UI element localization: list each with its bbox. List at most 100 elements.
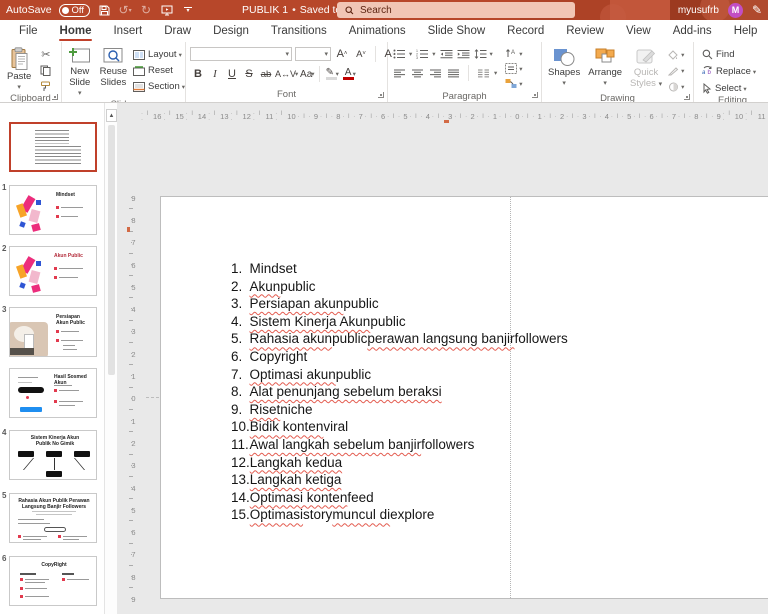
scroll-up-icon[interactable]: ▲	[106, 109, 117, 122]
new-slide-icon	[69, 47, 91, 66]
decrease-indent-icon[interactable]	[440, 47, 453, 60]
thumbnail-slide-2[interactable]: Akun Public	[9, 246, 97, 296]
reuse-slides-label2: Slides	[100, 78, 126, 88]
font-color-button[interactable]: A▾	[341, 67, 357, 82]
layout-button[interactable]: Layout▾	[133, 48, 185, 61]
text-direction-button[interactable]: A▾	[505, 47, 522, 60]
new-slide-button[interactable]: New Slide ▾	[64, 45, 96, 99]
justify-icon[interactable]	[447, 67, 460, 80]
scrollbar-thumb[interactable]	[108, 125, 115, 375]
bold-button[interactable]: B	[190, 67, 206, 82]
list-item: 8.Alat penunjang sebelum beraksi	[231, 383, 711, 401]
group-slides: New Slide ▾ Reuse Slides Layout▾ Reset	[62, 42, 186, 102]
section-button[interactable]: Section▾	[133, 80, 185, 93]
thumbnail-scrollbar[interactable]: ▲	[104, 103, 117, 614]
thumbnail-slide-5[interactable]: Rahasia Akun Publik Perawan Langsung Ban…	[9, 493, 97, 543]
thumbnail-slide-4[interactable]: Sistem Kinerja Akun Publik No Gimik	[9, 430, 97, 480]
highlight-color-button[interactable]: ✎▾	[324, 67, 340, 82]
drawing-dialog-launcher[interactable]	[684, 94, 690, 100]
increase-indent-icon[interactable]	[457, 47, 470, 60]
tab-record[interactable]: Record	[496, 20, 555, 42]
clipboard-dialog-launcher[interactable]	[52, 94, 58, 100]
italic-button[interactable]: I	[207, 67, 223, 82]
replace-icon: ab	[702, 66, 713, 77]
thumbnail-slide-6[interactable]: CopyRight	[9, 556, 97, 606]
vertical-ruler[interactable]: 9876543210123456789	[127, 187, 140, 611]
replace-label: Replace	[716, 66, 751, 77]
arrange-button[interactable]: Arrange ▾	[584, 45, 626, 89]
replace-button[interactable]: ab Replace▾	[702, 65, 756, 78]
group-drawing: Shapes ▾ Arrange ▾ Quick Styles ▾ ▾ ▾ ▾	[542, 42, 694, 102]
user-name[interactable]: myusufrb	[678, 5, 719, 16]
align-left-icon[interactable]	[393, 67, 406, 80]
tab-add-ins[interactable]: Add-ins	[662, 20, 723, 42]
font-dialog-launcher[interactable]	[378, 92, 384, 98]
shape-effects-button[interactable]: ▾	[668, 80, 684, 93]
dot-separator: •	[292, 4, 296, 16]
group-paragraph: ▾ 123▾ ▾ ▾ A	[388, 42, 542, 102]
copy-icon[interactable]	[39, 64, 52, 77]
align-right-icon[interactable]	[429, 67, 442, 80]
quick-styles-button[interactable]: Quick Styles ▾	[626, 45, 666, 90]
paste-button[interactable]: Paste ▾	[3, 45, 35, 93]
list-item: 3.Persiapan akun public	[231, 295, 711, 313]
decrease-font-size-button[interactable]: A˅	[353, 47, 369, 62]
align-text-button[interactable]: ▾	[505, 62, 522, 75]
section-label: Section	[148, 81, 180, 92]
horizontal-ruler[interactable]: · ǀ ·16· ǀ ·15· ǀ ·14· ǀ ·13· ǀ ·12· ǀ ·…	[141, 110, 768, 123]
tab-view[interactable]: View	[615, 20, 662, 42]
thumbnail-slide-1[interactable]: Mindset	[9, 185, 97, 235]
paragraph-group-label: Paragraph	[442, 91, 486, 102]
group-editing: Find ab Replace▾ Select▾ Editing	[694, 42, 768, 102]
search-input[interactable]: Search	[337, 2, 575, 18]
change-case-button[interactable]: Aa▾	[299, 67, 315, 82]
tab-slide-show[interactable]: Slide Show	[417, 20, 497, 42]
line-spacing-icon[interactable]	[474, 47, 487, 60]
new-slide-label: New	[70, 67, 89, 77]
editing-group-label: Editing	[718, 95, 747, 103]
thumbnail-current-list-slide[interactable]	[9, 122, 97, 172]
shape-outline-button[interactable]: ▾	[668, 64, 684, 77]
font-size-dropdown[interactable]: ▾	[295, 47, 331, 61]
tab-home[interactable]: Home	[49, 20, 103, 42]
tab-help[interactable]: Help	[723, 20, 768, 42]
tab-animations[interactable]: Animations	[338, 20, 417, 42]
shape-fill-button[interactable]: ▾	[668, 48, 684, 61]
reuse-slides-label: Reuse	[100, 67, 127, 77]
tab-transitions[interactable]: Transitions	[260, 20, 338, 42]
convert-to-smartart-button[interactable]: ▾	[505, 77, 522, 90]
cut-icon[interactable]: ✂	[39, 48, 52, 61]
strikethrough-alt-button[interactable]: ab	[258, 67, 274, 82]
shapes-icon	[552, 47, 576, 67]
columns-icon[interactable]	[477, 67, 490, 80]
shapes-button[interactable]: Shapes ▾	[544, 45, 584, 89]
tab-design[interactable]: Design	[202, 20, 260, 42]
tab-review[interactable]: Review	[555, 20, 615, 42]
font-group-label: Font	[277, 89, 296, 100]
avatar[interactable]: M	[728, 3, 743, 18]
tab-file[interactable]: File	[8, 20, 49, 42]
reuse-slides-button[interactable]: Reuse Slides	[96, 45, 131, 88]
select-button[interactable]: Select▾	[702, 82, 756, 95]
thumbnail-slide-3[interactable]: Persiapan Akun Public	[9, 307, 97, 357]
numbering-icon[interactable]: 123	[416, 47, 429, 60]
paragraph-dialog-launcher[interactable]	[532, 92, 538, 98]
underline-button[interactable]: U	[224, 67, 240, 82]
strikethrough-button[interactable]: S	[241, 67, 257, 82]
bullets-icon[interactable]	[393, 47, 406, 60]
find-button[interactable]: Find	[702, 48, 756, 61]
paste-icon	[10, 47, 29, 71]
slide-canvas[interactable]: 1.Mindset2.Akun public3.Persiapan akun p…	[160, 196, 768, 599]
pen-icon[interactable]: ✎	[752, 3, 762, 17]
thumbnail-title: Akun Public	[54, 253, 83, 259]
slide-numbered-list[interactable]: 1.Mindset2.Akun public3.Persiapan akun p…	[231, 260, 711, 524]
format-painter-icon[interactable]	[39, 80, 52, 93]
thumbnail-slide-profile[interactable]: Hasil Sosmed Akun	[9, 368, 97, 418]
reset-button[interactable]: Reset	[133, 64, 185, 77]
tab-draw[interactable]: Draw	[153, 20, 202, 42]
increase-font-size-button[interactable]: A˄	[334, 47, 350, 62]
character-spacing-button[interactable]: A↔V▾	[275, 67, 298, 82]
tab-insert[interactable]: Insert	[102, 20, 153, 42]
align-center-icon[interactable]	[411, 67, 424, 80]
font-name-dropdown[interactable]: ▾	[190, 47, 292, 61]
